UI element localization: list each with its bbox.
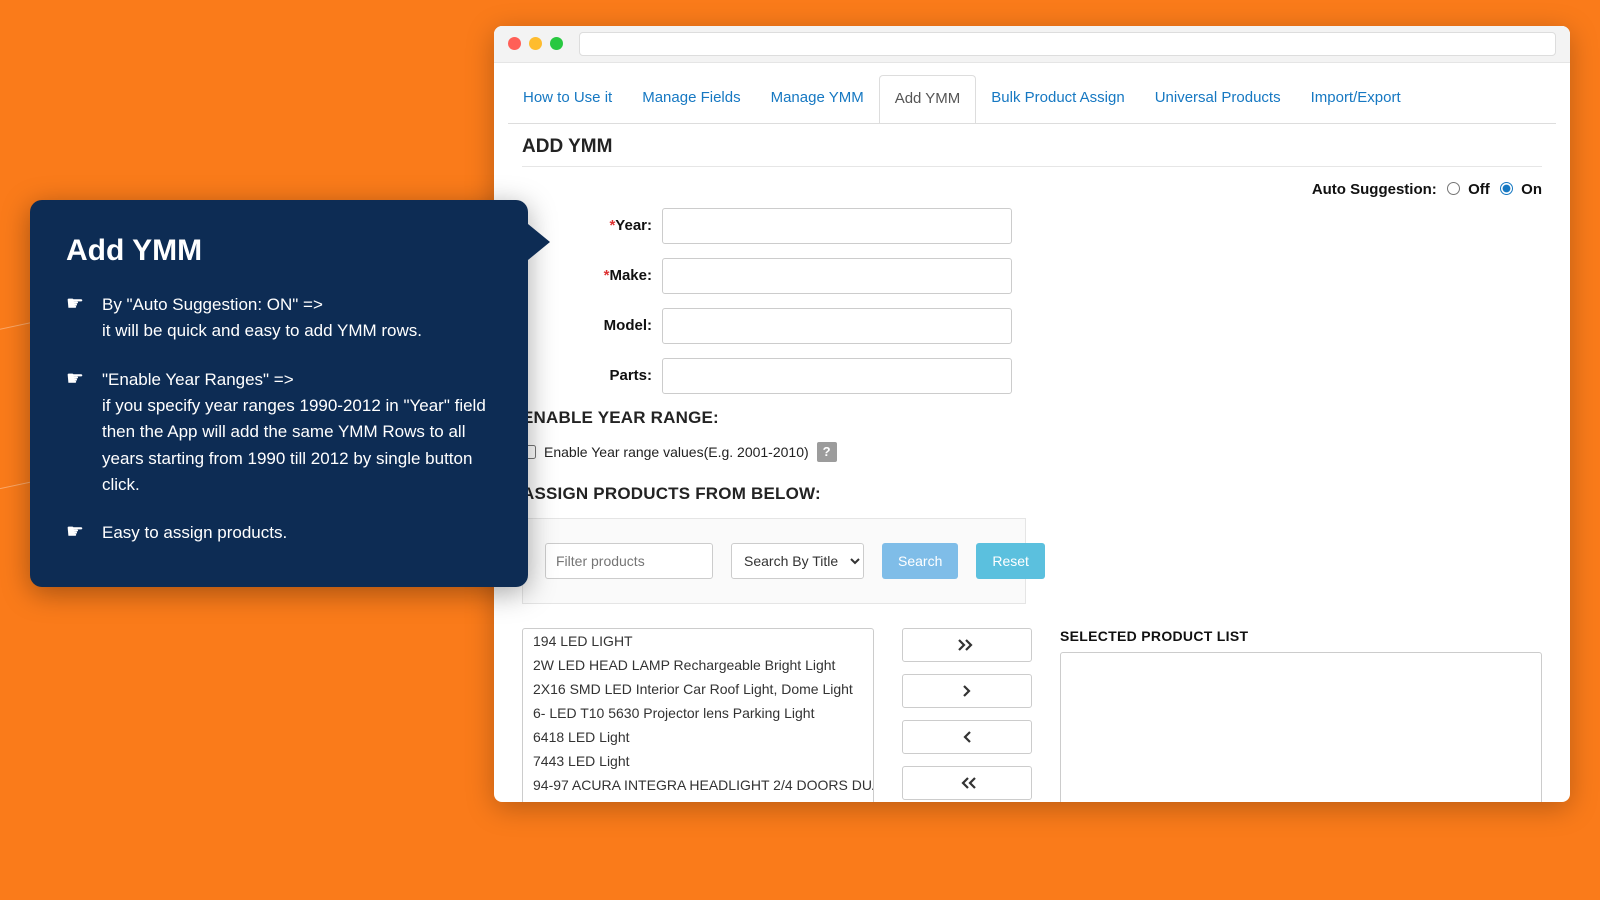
- move-all-left-button[interactable]: [902, 766, 1032, 800]
- tab-universal-products[interactable]: Universal Products: [1140, 75, 1296, 124]
- tab-add-ymm[interactable]: Add YMM: [879, 75, 977, 124]
- chevron-right-icon: [961, 685, 973, 697]
- help-icon[interactable]: ?: [817, 442, 837, 462]
- move-all-right-button[interactable]: [902, 628, 1032, 662]
- callout-bullet: ☛"Enable Year Ranges" => if you specify …: [66, 367, 492, 499]
- auto-suggestion-off-label: Off: [1468, 181, 1490, 198]
- window-minimize-icon[interactable]: [529, 37, 542, 50]
- make-field[interactable]: [662, 258, 1012, 294]
- callout-bullet-text: By "Auto Suggestion: ON" => it will be q…: [102, 292, 422, 345]
- callout-pointer-icon: [528, 224, 550, 260]
- feature-callout: Add YMM ☛ By "Auto Suggestion: ON" => it …: [30, 200, 528, 587]
- search-button[interactable]: Search: [882, 543, 958, 579]
- list-item[interactable]: 6- LED T10 5630 Projector lens Parking L…: [523, 701, 873, 725]
- auto-suggestion-toggle: Auto Suggestion: Off On: [522, 181, 1542, 198]
- parts-field[interactable]: [662, 358, 1012, 394]
- move-left-button[interactable]: [902, 720, 1032, 754]
- list-item[interactable]: 2X16 SMD LED Interior Car Roof Light, Do…: [523, 677, 873, 701]
- window-close-icon[interactable]: [508, 37, 521, 50]
- tab-manage-ymm[interactable]: Manage YMM: [756, 75, 879, 124]
- filter-products-input[interactable]: [545, 543, 713, 579]
- callout-bullet: ☛ By "Auto Suggestion: ON" => it will be …: [66, 292, 492, 345]
- app-window: How to Use itManage FieldsManage YMMAdd …: [494, 26, 1570, 802]
- year-field[interactable]: [662, 208, 1012, 244]
- model-label: Model:: [522, 317, 662, 334]
- page-title: ADD YMM: [522, 136, 1542, 158]
- reset-button[interactable]: Reset: [976, 543, 1045, 579]
- move-buttons: [902, 628, 1032, 800]
- selected-products-list[interactable]: [1060, 652, 1542, 802]
- list-item[interactable]: 2W LED HEAD LAMP Rechargeable Bright Lig…: [523, 653, 873, 677]
- model-field[interactable]: [662, 308, 1012, 344]
- auto-suggestion-on-radio[interactable]: [1500, 182, 1513, 195]
- search-mode-select[interactable]: Search By Title: [731, 543, 864, 579]
- chevron-left-icon: [961, 731, 973, 743]
- double-chevron-right-icon: [958, 639, 976, 651]
- make-label: *Make:: [522, 267, 662, 284]
- tab-manage-fields[interactable]: Manage Fields: [627, 75, 755, 124]
- move-right-button[interactable]: [902, 674, 1032, 708]
- list-item[interactable]: 194 LED LIGHT: [523, 629, 873, 653]
- enable-year-range-heading: ENABLE YEAR RANGE:: [522, 408, 1542, 428]
- list-item[interactable]: 94-97 ACURA INTEGRA HEADLIGHT 2/4 DOORS …: [523, 797, 873, 802]
- pointer-icon: ☛: [66, 292, 88, 345]
- callout-bullet-text: Easy to assign products.: [102, 520, 287, 546]
- assign-products-heading: ASSIGN PRODUCTS FROM BELOW:: [522, 484, 1542, 504]
- callout-bullet-text: "Enable Year Ranges" => if you specify y…: [102, 367, 492, 499]
- list-item[interactable]: 94-97 ACURA INTEGRA HEADLIGHT 2/4 DOORS …: [523, 773, 873, 797]
- title-bar: [494, 26, 1570, 63]
- list-item[interactable]: 7443 LED Light: [523, 749, 873, 773]
- auto-suggestion-label: Auto Suggestion:: [1312, 181, 1437, 198]
- list-item[interactable]: 6418 LED Light: [523, 725, 873, 749]
- auto-suggestion-off-radio[interactable]: [1447, 182, 1460, 195]
- tab-import-export[interactable]: Import/Export: [1296, 75, 1416, 124]
- window-maximize-icon[interactable]: [550, 37, 563, 50]
- tab-how-to-use-it[interactable]: How to Use it: [508, 75, 627, 124]
- parts-label: Parts:: [522, 367, 662, 384]
- filter-panel: Search By Title Search Reset: [522, 518, 1026, 604]
- callout-title: Add YMM: [66, 234, 492, 268]
- address-bar[interactable]: [579, 32, 1556, 56]
- selected-products-heading: SELECTED PRODUCT LIST: [1060, 628, 1542, 644]
- pointer-icon: ☛: [66, 367, 88, 499]
- tab-bulk-product-assign[interactable]: Bulk Product Assign: [976, 75, 1139, 124]
- enable-year-range-label: Enable Year range values(E.g. 2001-2010): [544, 444, 809, 460]
- tab-bar: How to Use itManage FieldsManage YMMAdd …: [494, 63, 1570, 124]
- auto-suggestion-on-label: On: [1521, 181, 1542, 198]
- pointer-icon: ☛: [66, 520, 88, 546]
- double-chevron-left-icon: [958, 777, 976, 789]
- callout-bullet: ☛ Easy to assign products.: [66, 520, 492, 546]
- available-products-list[interactable]: 194 LED LIGHT2W LED HEAD LAMP Rechargeab…: [522, 628, 874, 802]
